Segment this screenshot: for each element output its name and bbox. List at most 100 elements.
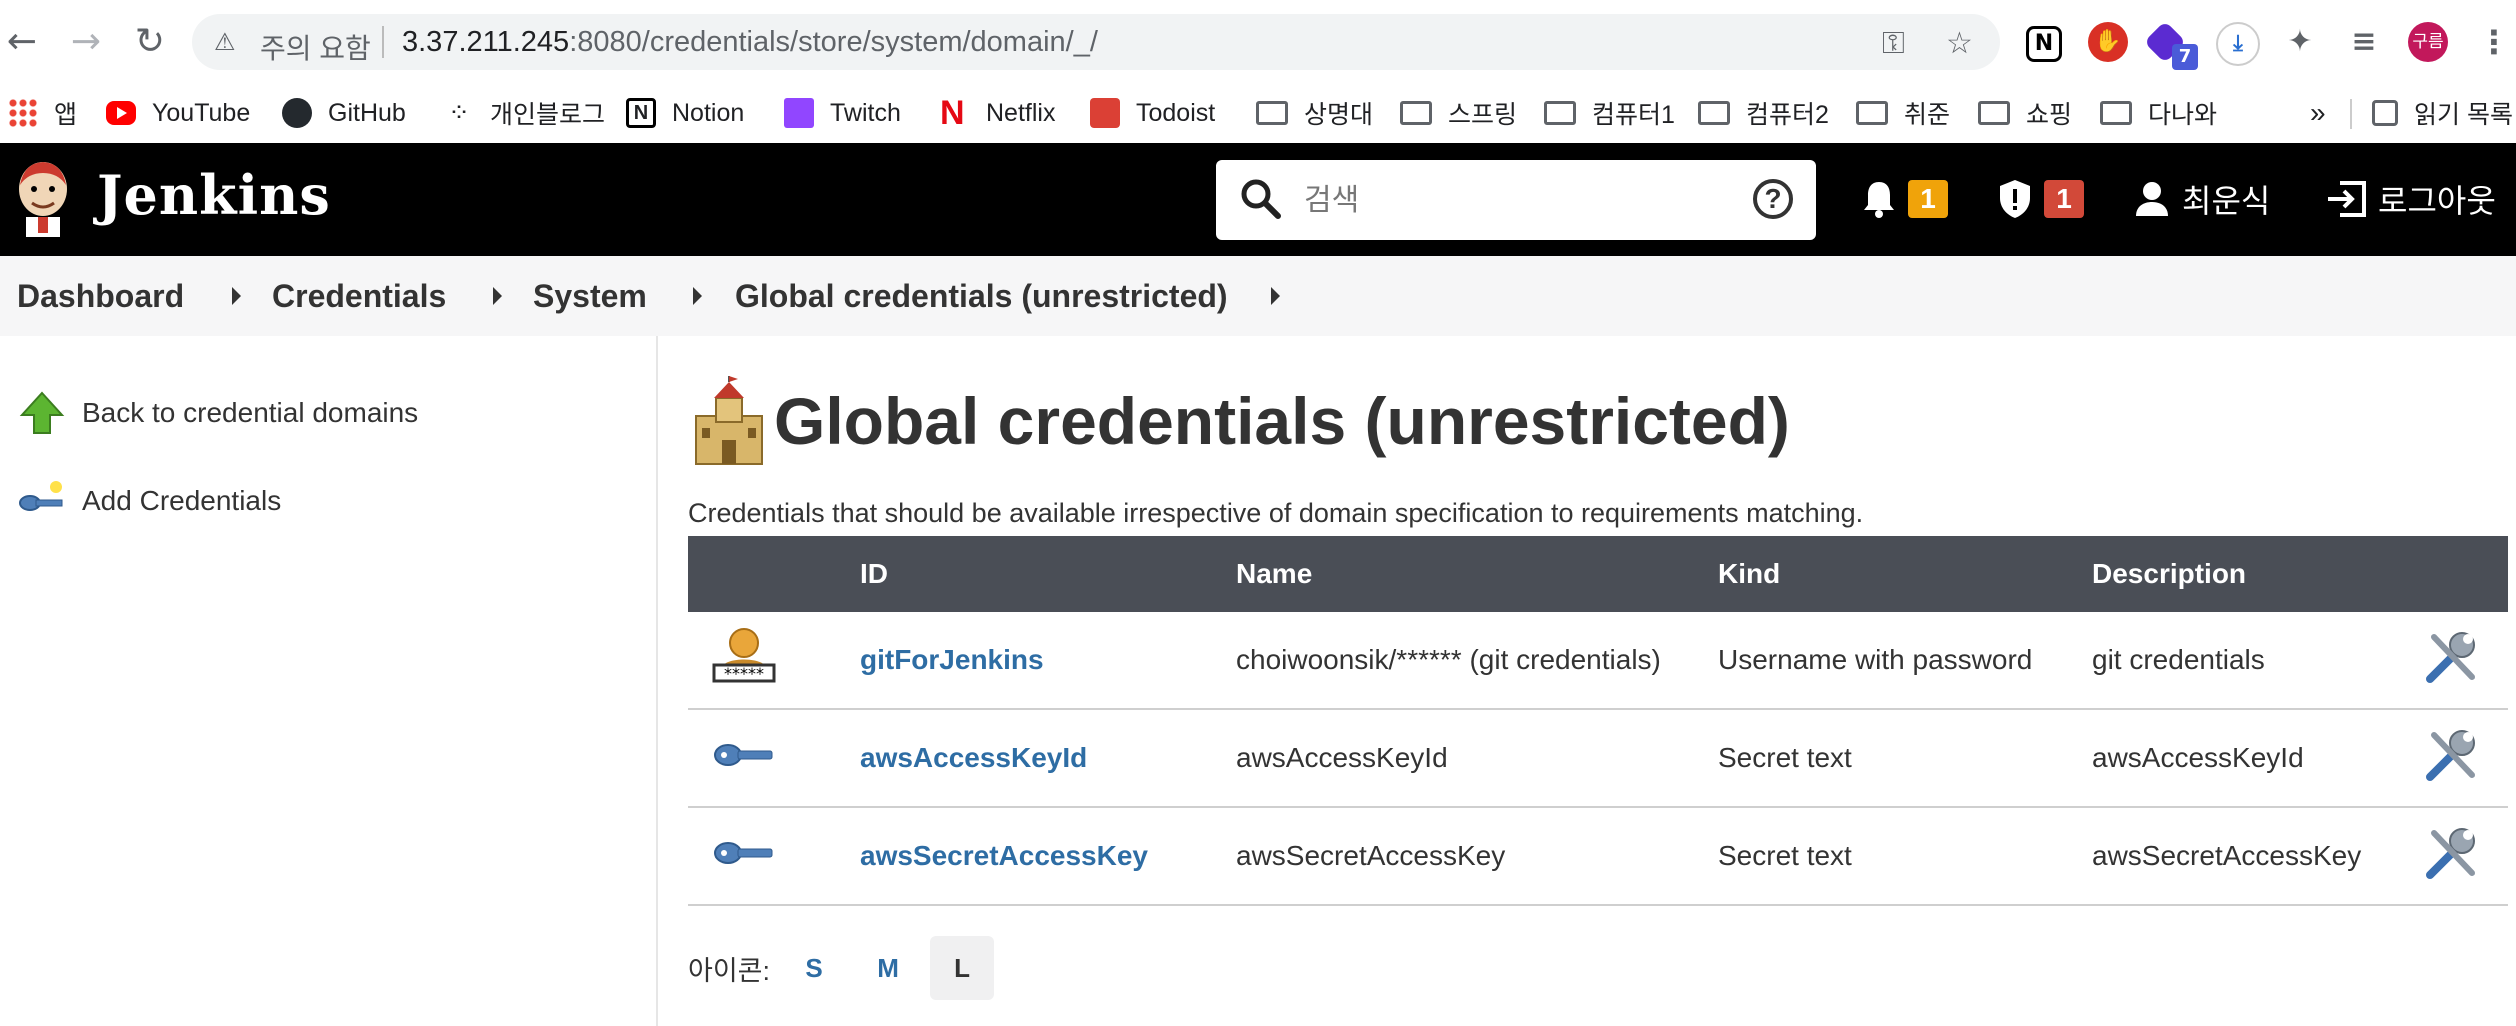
credential-id-cell: awsAccessKeyId — [860, 709, 1236, 808]
breadcrumb-system[interactable]: System — [533, 278, 647, 315]
media-queue-icon[interactable]: ≡ — [2344, 22, 2384, 62]
credential-description-cell: awsSecretAccessKey — [2092, 807, 2422, 906]
row-icon-cell — [688, 709, 860, 808]
bookmark-folder[interactable]: 쇼핑 — [1978, 91, 2072, 135]
bookmark-github[interactable]: GitHub — [282, 91, 406, 135]
back-to-domains-label: Back to credential domains — [82, 397, 419, 428]
security-button[interactable]: 1 — [1996, 177, 2084, 221]
icon-size-selector: 아이콘: S M L — [688, 936, 995, 1000]
bookmarks-bar: 앱 YouTube GitHub ⁘ 개인블로그 N Notion Twitch… — [0, 83, 2516, 144]
key-icon — [714, 841, 773, 864]
configure-wrench-icon[interactable] — [2422, 823, 2482, 883]
bookmark-folder[interactable]: 상명대 — [1256, 91, 1373, 135]
browser-menu-icon[interactable]: ⋮ — [2474, 22, 2514, 62]
forward-arrow-icon[interactable]: → — [66, 22, 106, 62]
bookmarks-overflow-button[interactable]: » — [2310, 91, 2326, 135]
add-credentials-label: Add Credentials — [82, 485, 282, 516]
breadcrumb-credentials[interactable]: Credentials — [272, 278, 446, 315]
key-password-icon[interactable]: ⚿ — [1882, 26, 1905, 61]
github-icon — [282, 98, 312, 128]
up-arrow-icon — [19, 391, 65, 434]
icon-size-medium[interactable]: M — [856, 936, 920, 1000]
column-header-kind[interactable]: Kind — [1718, 536, 2092, 612]
bookmark-folder[interactable]: 컴퓨터1 — [1544, 91, 1675, 135]
bookmark-youtube[interactable]: YouTube — [106, 91, 250, 135]
bookmark-folder[interactable]: 컴퓨터2 — [1698, 91, 1829, 135]
folder-icon — [1856, 101, 1888, 125]
warning-triangle-icon: ⚠ — [214, 28, 236, 56]
bookmark-twitch[interactable]: Twitch — [784, 91, 901, 135]
column-header-name[interactable]: Name — [1236, 536, 1718, 612]
jenkins-title[interactable]: Jenkins — [97, 163, 331, 227]
logout-button[interactable]: 로그아웃 — [2324, 177, 2496, 221]
url-text[interactable]: 3.37.211.245:8080/credentials/store/syst… — [402, 26, 1098, 59]
translate-extension-icon[interactable]: ⤓ — [2216, 22, 2260, 66]
bell-icon — [1864, 182, 1894, 218]
credential-id-cell: gitForJenkins — [860, 612, 1236, 710]
browser-toolbar: ← → ↻ ⚠ 주의 요함 3.37.211.245:8080/credenti… — [0, 0, 2516, 83]
icon-size-small[interactable]: S — [782, 936, 846, 1000]
logout-label: 로그아웃 — [2378, 183, 2496, 219]
shield-icon — [2000, 180, 2030, 218]
folder-icon — [1698, 101, 1730, 125]
bookmark-folder[interactable]: 다나와 — [2100, 91, 2217, 135]
folder-icon — [1256, 101, 1288, 125]
row-action-cell — [2422, 807, 2508, 906]
credential-id-link[interactable]: awsAccessKeyId — [860, 742, 1087, 773]
twitch-icon — [784, 98, 814, 128]
search-input[interactable] — [1302, 178, 1726, 224]
address-bar[interactable]: ⚠ 주의 요함 3.37.211.245:8080/credentials/st… — [192, 14, 2000, 70]
page-description: Credentials that should be available irr… — [688, 498, 1864, 528]
credential-id-link[interactable]: gitForJenkins — [860, 644, 1044, 675]
row-icon-cell: ***** — [688, 612, 860, 710]
breadcrumb-separator-icon[interactable] — [493, 287, 502, 305]
icon-size-label: 아이콘: — [688, 955, 771, 986]
reading-list-button[interactable]: 읽기 목록 — [2372, 91, 2513, 135]
bookmark-netflix[interactable]: N Netflix — [940, 91, 1055, 135]
back-arrow-icon[interactable]: ← — [2, 22, 42, 62]
breadcrumb-separator-icon[interactable] — [1271, 287, 1280, 305]
notifications-button[interactable]: 1 — [1860, 177, 1948, 221]
jenkins-butler-logo[interactable] — [14, 159, 72, 239]
table-row: awsSecretAccessKey awsSecretAccessKey Se… — [688, 807, 2508, 906]
bookmark-blog[interactable]: ⁘ 개인블로그 — [444, 91, 605, 135]
user-icon — [2136, 182, 2168, 216]
notion-extension-icon[interactable]: N — [2026, 26, 2062, 62]
bookmark-label: Todoist — [1136, 98, 1216, 127]
breadcrumb-separator-icon[interactable] — [693, 287, 702, 305]
configure-wrench-icon[interactable] — [2422, 627, 2482, 687]
reload-icon[interactable]: ↻ — [130, 22, 170, 62]
bookmark-apps[interactable]: 앱 — [8, 91, 77, 135]
breadcrumb-global-credentials[interactable]: Global credentials (unrestricted) — [735, 278, 1228, 315]
column-header-description[interactable]: Description — [2092, 536, 2422, 612]
breadcrumb-separator-icon[interactable] — [232, 287, 241, 305]
user-button[interactable]: 최운식 — [2134, 177, 2270, 221]
bookmark-label: 다나와 — [2148, 101, 2218, 129]
icon-column-header — [688, 536, 860, 612]
breadcrumb-dashboard[interactable]: Dashboard — [17, 278, 184, 315]
bookmark-notion[interactable]: N Notion — [626, 91, 744, 135]
bookmark-folder[interactable]: 취준 — [1856, 91, 1950, 135]
user-name: 최운식 — [2182, 183, 2271, 219]
help-icon[interactable]: ? — [1753, 179, 1793, 219]
search-box: ? — [1216, 160, 1816, 240]
extensions-puzzle-icon[interactable]: ✦ — [2280, 22, 2320, 62]
credential-id-link[interactable]: awsSecretAccessKey — [860, 840, 1148, 871]
add-credentials-link[interactable]: Add Credentials — [18, 476, 281, 526]
row-action-cell — [2422, 612, 2508, 710]
configure-wrench-icon[interactable] — [2422, 725, 2482, 785]
adblock-extension-icon[interactable]: ✋ — [2088, 22, 2128, 62]
bookmark-star-icon[interactable]: ☆ — [1946, 26, 1973, 61]
extension-count-badge: 7 — [2172, 44, 2198, 70]
column-header-id[interactable]: ID — [860, 536, 1236, 612]
folder-icon — [1978, 101, 2010, 125]
add-key-icon — [19, 481, 63, 511]
bookmark-todoist[interactable]: Todoist — [1090, 91, 1215, 135]
back-to-domains-link[interactable]: Back to credential domains — [18, 388, 418, 438]
notion-icon: N — [626, 98, 656, 128]
icon-size-large[interactable]: L — [930, 936, 995, 1000]
blog-icon: ⁘ — [448, 98, 470, 128]
profile-avatar[interactable]: 구름 — [2408, 22, 2448, 62]
page-title: Global credentials (unrestricted) — [688, 376, 1790, 466]
bookmark-folder[interactable]: 스프링 — [1400, 91, 1517, 135]
